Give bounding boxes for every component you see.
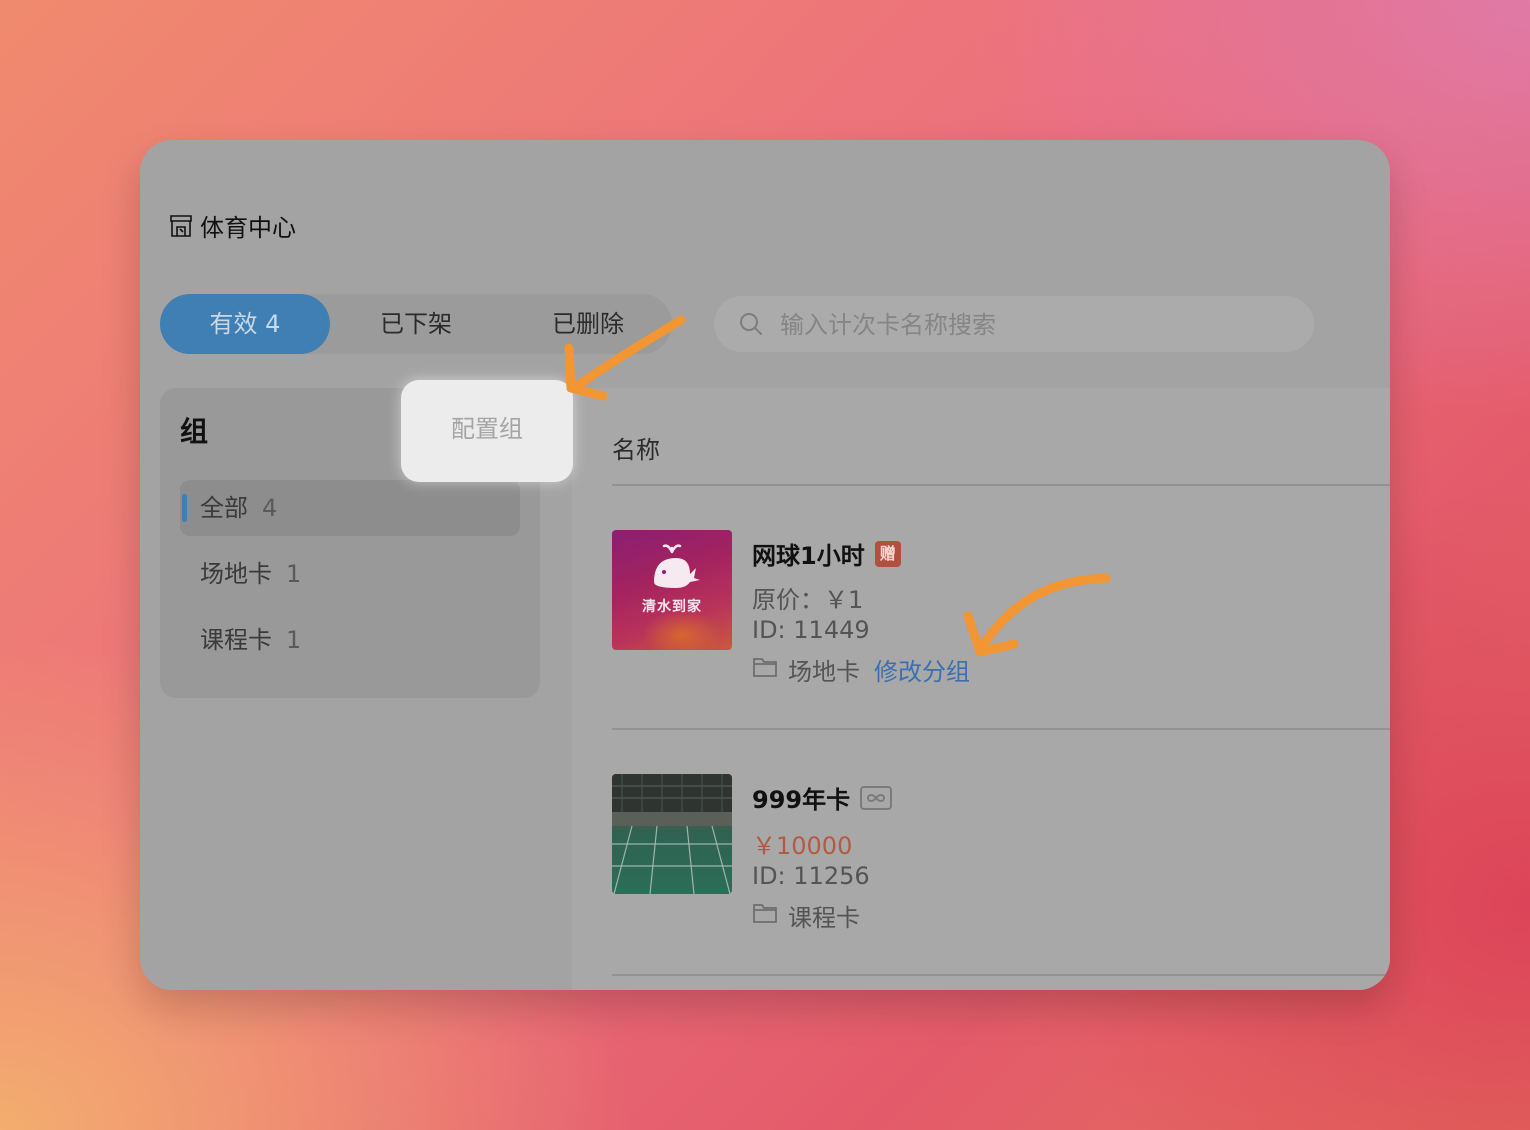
status-tabs: 有效 4 已下架 已删除: [160, 294, 672, 354]
app-window: 体育中心 有效 4 已下架 已删除 组 全部 4 场地卡 1 课程卡 1 名称: [140, 140, 1390, 990]
product-thumbnail: [612, 774, 732, 894]
tab-delisted[interactable]: 已下架: [330, 294, 502, 354]
tab-deleted[interactable]: 已删除: [502, 294, 674, 354]
product-price: ￥10000: [752, 832, 853, 860]
gift-badge: 赠: [874, 540, 901, 567]
config-group-button[interactable]: 配置组: [401, 380, 573, 482]
product-id: ID: 11449: [752, 616, 870, 644]
infinity-icon: [860, 785, 893, 810]
product-price: 原价：￥1: [752, 586, 864, 614]
divider: [612, 484, 1390, 486]
search-box[interactable]: [714, 296, 1314, 354]
edit-group-link[interactable]: 修改分组: [874, 652, 970, 687]
group-item-all[interactable]: 全部 4: [180, 480, 520, 536]
product-group: 场地卡 修改分组: [752, 652, 970, 687]
group-title: 组: [180, 415, 209, 448]
product-title[interactable]: 999年卡: [752, 780, 893, 815]
group-count: 1: [286, 626, 302, 654]
whale-logo-icon: [654, 544, 700, 588]
group-name: 全部: [200, 494, 248, 522]
product-thumbnail: 清水到家: [612, 530, 732, 650]
tab-active[interactable]: 有效 4: [160, 294, 330, 354]
product-name: 网球1小时: [752, 542, 865, 570]
group-item-venue-card[interactable]: 场地卡 1: [180, 546, 520, 602]
venue-header[interactable]: 体育中心: [168, 208, 296, 243]
divider: [612, 974, 1390, 976]
folder-icon: [752, 902, 778, 930]
court-image-icon: [612, 774, 732, 894]
group-name: 场地卡: [200, 560, 272, 588]
product-id: ID: 11256: [752, 862, 870, 890]
product-group: 课程卡: [752, 898, 860, 933]
product-list: 名称 清水到家 网球1小时 赠 原价：￥1 ID: 11449 场地卡 修改分组…: [572, 388, 1390, 990]
group-count: 4: [262, 494, 278, 522]
column-header-name: 名称: [612, 436, 660, 464]
group-count: 1: [286, 560, 302, 588]
venue-name: 体育中心: [200, 214, 296, 242]
product-title[interactable]: 网球1小时 赠: [752, 536, 901, 571]
search-input[interactable]: [778, 296, 1282, 354]
thumbnail-brand-text: 清水到家: [642, 599, 702, 615]
product-name: 999年卡: [752, 786, 851, 814]
divider: [612, 728, 1390, 730]
thumbnail-glow: [642, 610, 722, 650]
store-icon: [168, 213, 194, 239]
product-group-name: 课程卡: [788, 904, 860, 932]
product-group-name: 场地卡: [788, 658, 860, 686]
group-name: 课程卡: [200, 626, 272, 654]
group-item-course-card[interactable]: 课程卡 1: [180, 612, 520, 668]
folder-icon: [752, 656, 778, 684]
